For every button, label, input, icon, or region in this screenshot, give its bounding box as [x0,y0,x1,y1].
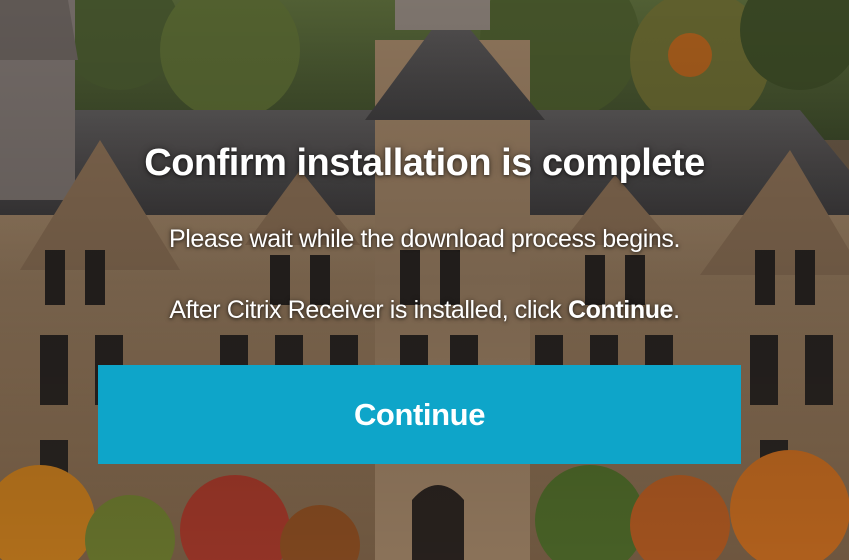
continue-button[interactable]: Continue [98,365,741,464]
instruction-period: . [673,296,680,324]
continue-instruction-message: After Citrix Receiver is installed, clic… [0,296,849,325]
download-status-message: Please wait while the download process b… [168,225,681,253]
page-title: Confirm installation is complete [144,142,705,184]
instruction-emphasis: Continue [567,296,674,324]
page: Confirm installation is complete Please … [0,0,849,560]
instruction-text: After Citrix Receiver is installed, clic… [169,296,568,324]
install-confirmation-panel: Confirm installation is complete Please … [0,0,849,560]
